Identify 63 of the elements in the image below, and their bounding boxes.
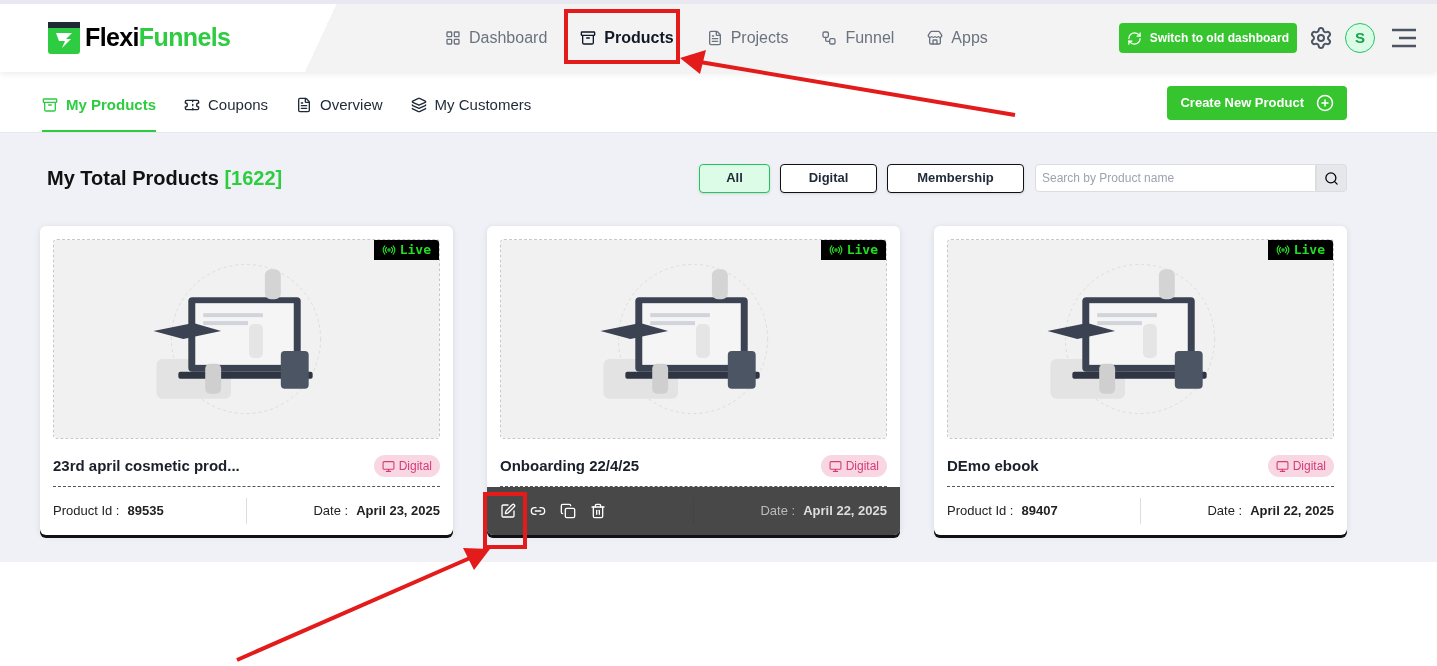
store-icon [927, 30, 944, 46]
plus-icon [1316, 94, 1334, 112]
grid-icon [445, 30, 461, 46]
nav-link[interactable]: Products [580, 26, 674, 50]
search-button[interactable] [1316, 164, 1347, 192]
live-badge: Live [373, 240, 439, 260]
sub-tab[interactable]: Coupons [184, 93, 269, 132]
date: April 22, 2025 [803, 501, 887, 520]
product-card[interactable]: Live Onboarding 22/4/25 Digital Date : April 22, 2025 [487, 226, 900, 535]
monitor-icon [1275, 459, 1289, 473]
monitor-icon [381, 459, 395, 473]
sub-tab[interactable]: My Customers [410, 93, 532, 132]
box-icon [42, 96, 58, 113]
product-name: Onboarding 22/4/25 [500, 456, 640, 476]
nav-link[interactable]: Apps [927, 26, 988, 50]
broadcast-icon [828, 243, 843, 257]
sub-tab[interactable]: Overview [296, 93, 383, 132]
highlight-box [483, 492, 527, 549]
monitor-icon [828, 459, 842, 473]
type-badge: Digital [1267, 455, 1334, 478]
nav-link[interactable]: Projects [706, 26, 789, 50]
date-label: Date : [313, 501, 349, 520]
refresh-icon [1126, 30, 1142, 46]
settings-icon[interactable] [1309, 26, 1333, 50]
product-id: 89407 [1021, 501, 1058, 520]
type-badge: Digital [373, 455, 440, 478]
edit-icon[interactable] [500, 502, 516, 519]
date: April 23, 2025 [356, 501, 440, 520]
search-icon [1324, 170, 1339, 186]
nav-link[interactable]: Funnel [821, 26, 895, 50]
search-field[interactable]: Search by Product name [1035, 164, 1316, 192]
live-badge: Live [820, 240, 886, 260]
type-badge: Digital [820, 455, 887, 478]
filter-button[interactable]: Digital [780, 163, 877, 193]
product-id: 89535 [127, 501, 164, 520]
filter-button[interactable]: All [699, 163, 770, 193]
product-card[interactable]: Live DEmo ebook Digital Product Id : 89407 Date : April 22, 2025 [934, 226, 1347, 535]
document-icon [296, 96, 313, 113]
product-id-label: Product Id : [53, 501, 120, 520]
live-badge: Live [1267, 240, 1333, 260]
page-title: My Total Products [47, 167, 219, 189]
product-name: 23rd april cosmetic prod... [53, 456, 240, 476]
document-icon [706, 30, 723, 46]
box-icon [580, 30, 597, 46]
logo-text: Flexi [85, 23, 139, 52]
trash-icon[interactable] [590, 502, 606, 519]
product-card[interactable]: Live 23rd april cosmetic prod... Digital Product Id : 89535 Date : April 23, 2025 [40, 226, 453, 535]
logo-text: Funnels [138, 23, 231, 52]
menu-icon[interactable] [1391, 28, 1417, 48]
copy-icon[interactable] [560, 502, 576, 519]
product-name: DEmo ebook [947, 456, 1039, 476]
date-label: Date : [760, 501, 796, 520]
broadcast-icon [1275, 243, 1290, 257]
date-label: Date : [1207, 501, 1243, 520]
date: April 22, 2025 [1250, 501, 1334, 520]
stack-icon [410, 96, 427, 113]
product-id-label: Product Id : [947, 501, 1014, 520]
product-count: [1622] [224, 167, 283, 189]
flow-icon [821, 30, 838, 46]
broadcast-icon [381, 243, 396, 257]
logo-icon [47, 22, 81, 54]
filter-button[interactable]: Membership [887, 163, 1024, 193]
nav-link[interactable]: Dashboard [445, 26, 548, 50]
